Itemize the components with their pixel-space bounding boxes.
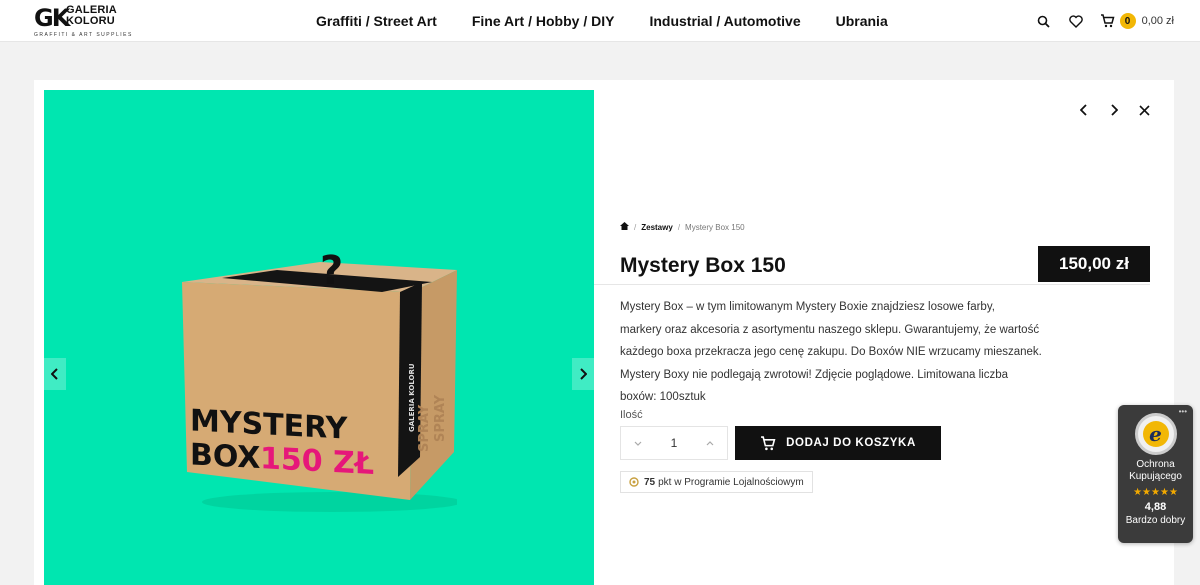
title-row: Mystery Box 150 150,00 zł xyxy=(620,246,1150,286)
box-side-text-2: SPRAY xyxy=(433,394,448,442)
trust-seal-letter: e xyxy=(1142,421,1169,447)
nav-item-fine-art[interactable]: Fine Art / Hobby / DIY xyxy=(472,13,615,29)
mystery-box-illustration: ? MYSTERY BOX 150 ZŁ SPRAY SPRAY GALERIA… xyxy=(182,248,462,512)
product-info: / Zestawy / Mystery Box 150 Mystery Box … xyxy=(620,220,1150,286)
chevron-up-icon xyxy=(706,440,714,445)
loyalty-points-value: 75 xyxy=(644,476,656,488)
cart-icon[interactable] xyxy=(1099,12,1117,30)
breadcrumb-current: Mystery Box 150 xyxy=(685,222,745,232)
quantity-input[interactable] xyxy=(655,427,693,459)
nav-item-ubrania[interactable]: Ubrania xyxy=(836,13,888,29)
tape-text: GALERIA KOLORU xyxy=(408,363,416,432)
quantity-label: Ilość xyxy=(620,409,643,421)
rating-score: 4,88 xyxy=(1144,501,1167,513)
trust-title-line-1: Ochrona xyxy=(1136,459,1175,470)
logo-tagline: GRAFFITI & ART SUPPLIES xyxy=(34,32,133,38)
product-image: ? MYSTERY BOX 150 ZŁ SPRAY SPRAY GALERIA… xyxy=(44,90,594,585)
gallery-prev-button[interactable] xyxy=(44,358,66,390)
nav-item-industrial[interactable]: Industrial / Automotive xyxy=(649,13,800,29)
trust-title: Ochrona Kupującego xyxy=(1118,459,1193,483)
heart-icon[interactable] xyxy=(1067,12,1085,30)
box-side-text: SPRAY xyxy=(417,404,432,452)
cart-icon xyxy=(761,435,776,450)
trust-menu-icon[interactable]: ••• xyxy=(1179,407,1187,416)
main-nav: Graffiti / Street Art Fine Art / Hobby /… xyxy=(316,0,923,42)
chevron-right-icon xyxy=(580,368,587,380)
logo-wordmark: GALERIA KOLORU xyxy=(66,5,117,27)
prev-product-button[interactable] xyxy=(1074,100,1094,120)
chevron-left-icon xyxy=(1080,104,1087,116)
site-header: GK GALERIA KOLORU GRAFFITI & ART SUPPLIE… xyxy=(0,0,1200,42)
coin-icon xyxy=(629,477,639,487)
trusted-shops-badge[interactable]: ••• e Ochrona Kupującego ★★★★★ 4,88 Bard… xyxy=(1118,405,1193,543)
add-to-cart-button[interactable]: DODAJ DO KOSZYKA xyxy=(735,426,941,460)
box-text-box: BOX xyxy=(190,437,260,476)
rating-stars: ★★★★★ xyxy=(1133,487,1178,498)
box-text-price: 150 ZŁ xyxy=(260,441,374,482)
product-description: Mystery Box – w tym limitowanym Mystery … xyxy=(620,296,1100,409)
description-line: boxów: 100sztuk xyxy=(620,391,706,403)
description-line: Mystery Boxy nie podlegają zwrotowi! Zdj… xyxy=(620,368,1008,381)
gallery-next-button[interactable] xyxy=(572,358,594,390)
description-line: markery oraz akcesoria z asortymentu nas… xyxy=(620,323,1040,336)
cart-count-badge: 0 xyxy=(1119,13,1136,29)
breadcrumb-category[interactable]: Zestawy xyxy=(641,223,673,232)
logo[interactable]: GK GALERIA KOLORU GRAFFITI & ART SUPPLIE… xyxy=(34,3,131,39)
loyalty-points-text: pkt w Programie Lojalnościowym xyxy=(658,476,804,488)
loyalty-points-badge: 75 pkt w Programie Lojalnościowym xyxy=(620,471,813,493)
divider xyxy=(594,284,1150,285)
home-icon[interactable] xyxy=(620,222,629,232)
logo-word-2: KOLORU xyxy=(66,15,115,27)
logo-mark: GK xyxy=(34,4,70,32)
close-modal-button[interactable] xyxy=(1134,100,1154,120)
quantity-decrease-button[interactable] xyxy=(621,427,655,459)
box-question-mark: ? xyxy=(320,252,343,294)
quantity-increase-button[interactable] xyxy=(693,427,727,459)
breadcrumb: / Zestawy / Mystery Box 150 xyxy=(620,220,1150,234)
description-line: każdego boxa przekracza jego cenę zakupu… xyxy=(620,346,1042,358)
breadcrumb-separator: / xyxy=(634,222,637,232)
modal-controls xyxy=(1064,100,1154,120)
header-actions: 0 0,00 zł xyxy=(1021,0,1174,42)
trusted-seal-icon: e xyxy=(1134,413,1177,455)
chevron-left-icon xyxy=(51,368,58,380)
product-title: Mystery Box 150 xyxy=(620,254,786,277)
quantity-stepper xyxy=(620,426,728,460)
breadcrumb-separator: / xyxy=(677,222,681,232)
search-icon[interactable] xyxy=(1035,12,1053,30)
trust-title-line-2: Kupującego xyxy=(1129,471,1182,482)
rating-label: Bardzo dobry xyxy=(1125,515,1186,526)
chevron-right-icon xyxy=(1111,104,1118,116)
product-price: 150,00 zł xyxy=(1038,246,1150,282)
chevron-down-icon xyxy=(634,441,642,446)
quick-view-modal: ? MYSTERY BOX 150 ZŁ SPRAY SPRAY GALERIA… xyxy=(34,80,1174,585)
cart-total[interactable]: 0,00 zł xyxy=(1142,15,1174,27)
description-line: Mystery Box – w tym limitowanym Mystery … xyxy=(620,301,995,313)
next-product-button[interactable] xyxy=(1104,100,1124,120)
close-icon xyxy=(1138,104,1150,116)
add-to-cart-label: DODAJ DO KOSZYKA xyxy=(786,437,916,449)
nav-item-graffiti[interactable]: Graffiti / Street Art xyxy=(316,13,437,29)
